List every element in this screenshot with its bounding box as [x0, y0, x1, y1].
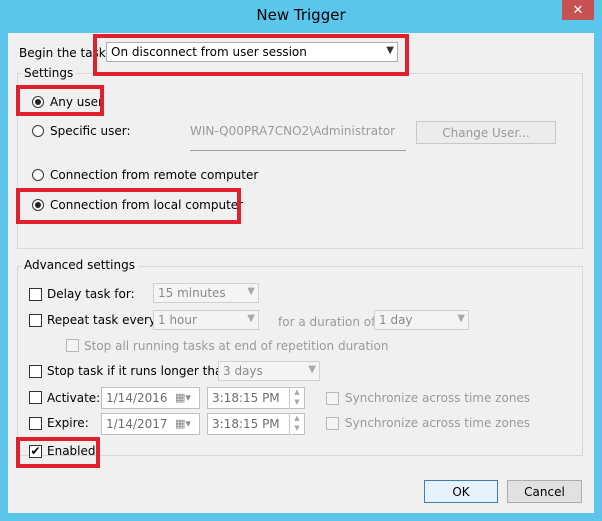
repeat-task-value: 1 hour — [158, 313, 197, 327]
ok-label: OK — [452, 484, 470, 499]
activate-sync-label: Synchronize across time zones — [345, 391, 531, 405]
new-trigger-dialog: New Trigger ✕ Begin the task: On disconn… — [0, 0, 602, 521]
activate-label[interactable]: Activate: — [47, 391, 100, 405]
delay-task-value: 15 minutes — [158, 286, 226, 300]
close-icon: ✕ — [572, 2, 584, 18]
repeat-task-checkbox[interactable] — [29, 314, 42, 327]
remote-connection-label[interactable]: Connection from remote computer — [50, 168, 258, 182]
highlight-any-user — [16, 85, 104, 116]
cancel-label: Cancel — [524, 484, 565, 499]
expire-time-spinner[interactable]: ▲ ▼ — [289, 413, 304, 435]
specific-user-label[interactable]: Specific user: — [50, 124, 131, 138]
ok-button[interactable]: OK — [424, 480, 498, 503]
expire-sync-label: Synchronize across time zones — [345, 416, 531, 430]
repeat-task-label[interactable]: Repeat task every: — [47, 313, 159, 327]
window-title: New Trigger — [256, 6, 346, 24]
expire-checkbox[interactable] — [29, 417, 42, 430]
stop-running-tasks-label: Stop all running tasks at end of repetit… — [84, 339, 389, 353]
activate-time-spinner[interactable]: ▲ ▼ — [289, 387, 304, 409]
calendar-icon[interactable]: ▦▾ — [175, 391, 191, 404]
activate-time-value: 3:18:15 PM — [212, 391, 280, 405]
expire-sync-checkbox[interactable] — [326, 417, 339, 430]
highlight-local-connection — [16, 188, 241, 224]
activate-checkbox[interactable] — [29, 391, 42, 404]
spin-up-icon[interactable]: ▲ — [290, 387, 304, 397]
activate-date-value: 1/14/2016 — [106, 391, 168, 405]
delay-task-checkbox[interactable] — [29, 288, 42, 301]
expire-date-value: 1/14/2017 — [106, 417, 168, 431]
chevron-down-icon: ▼ — [247, 286, 255, 297]
specific-user-underline — [190, 150, 406, 151]
activate-sync-checkbox[interactable] — [326, 392, 339, 405]
remote-connection-radio[interactable] — [32, 169, 44, 181]
title-bar[interactable]: New Trigger ✕ — [0, 0, 602, 33]
calendar-icon[interactable]: ▦▾ — [175, 417, 191, 430]
close-button[interactable]: ✕ — [562, 0, 594, 20]
settings-group-title: Settings — [21, 66, 77, 80]
expire-time-value: 3:18:15 PM — [212, 417, 280, 431]
change-user-label: Change User... — [442, 125, 530, 140]
stop-if-longer-checkbox[interactable] — [29, 365, 42, 378]
specific-user-value: WIN-Q00PRA7CNO2\Administrator — [190, 124, 396, 138]
duration-label: for a duration of: — [278, 315, 379, 329]
chevron-down-icon: ▼ — [308, 364, 316, 375]
spin-down-icon[interactable]: ▼ — [290, 423, 304, 433]
duration-value: 1 day — [379, 313, 413, 327]
dialog-client-area: Begin the task: On disconnect from user … — [8, 33, 594, 513]
stop-if-longer-value: 3 days — [223, 364, 263, 378]
specific-user-radio[interactable] — [32, 125, 44, 137]
duration-dropdown[interactable]: 1 day ▼ — [374, 310, 469, 330]
highlight-begin-task — [93, 34, 409, 76]
spin-down-icon[interactable]: ▼ — [290, 397, 304, 407]
repeat-task-dropdown[interactable]: 1 hour ▼ — [153, 310, 259, 330]
highlight-enabled — [16, 437, 100, 468]
advanced-settings-title: Advanced settings — [21, 258, 138, 272]
cancel-button[interactable]: Cancel — [507, 480, 582, 503]
change-user-button[interactable]: Change User... — [416, 121, 556, 144]
expire-label[interactable]: Expire: — [47, 416, 89, 430]
stop-running-tasks-checkbox[interactable] — [66, 339, 79, 352]
delay-task-dropdown[interactable]: 15 minutes ▼ — [153, 283, 259, 303]
stop-if-longer-dropdown[interactable]: 3 days ▼ — [218, 361, 320, 381]
spin-up-icon[interactable]: ▲ — [290, 413, 304, 423]
chevron-down-icon: ▼ — [457, 313, 465, 324]
stop-if-longer-label[interactable]: Stop task if it runs longer than: — [47, 364, 234, 378]
chevron-down-icon: ▼ — [247, 313, 255, 324]
delay-task-label[interactable]: Delay task for: — [47, 287, 135, 301]
